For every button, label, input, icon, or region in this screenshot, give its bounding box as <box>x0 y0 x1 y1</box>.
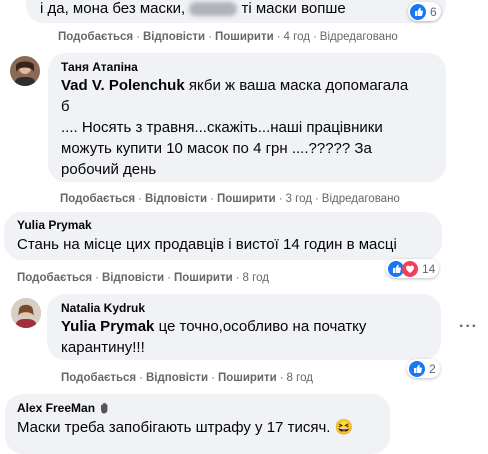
blurred-word <box>189 2 238 17</box>
edited-label[interactable]: Відредаговано <box>320 31 398 43</box>
comment-actions: Подобається · Відповісти · Поширити · 4 год · Ві… <box>58 31 398 43</box>
like-icon <box>409 360 425 377</box>
reply-link[interactable]: Відповісти <box>102 272 164 284</box>
like-link[interactable]: Подобається <box>60 193 135 205</box>
comment-actions: Подобається · Відповісти · Поширити · 8 год <box>61 372 313 384</box>
like-link[interactable]: Подобається <box>61 372 136 384</box>
reaction-count: 6 <box>430 4 437 19</box>
timestamp[interactable]: 4 год <box>284 31 310 43</box>
share-link[interactable]: Поширити <box>215 31 274 43</box>
mention-link[interactable]: Vad V. Polenchuk <box>61 77 185 94</box>
timestamp[interactable]: 3 год <box>286 193 312 205</box>
like-link[interactable]: Подобається <box>17 272 92 284</box>
reply-link[interactable]: Відповісти <box>145 193 207 205</box>
reply-link[interactable]: Відповісти <box>143 31 205 43</box>
share-link[interactable]: Поширити <box>217 193 276 205</box>
comment-text: Маски треба запобігають штрафу у 17 тися… <box>17 419 354 436</box>
laughing-emoji: 😆 <box>334 419 354 436</box>
reaction-count: 2 <box>429 361 436 376</box>
comment-text: Vad V. Polenchuk якби ж ваша маска допом… <box>61 77 409 178</box>
waving-hand-icon <box>98 401 111 417</box>
comment-author[interactable]: Alex FreeMan <box>17 401 111 417</box>
timestamp[interactable]: 8 год <box>243 272 269 284</box>
share-link[interactable]: Поширити <box>174 272 233 284</box>
more-options-icon[interactable]: ··· <box>459 318 478 336</box>
comment-text: Yulia Prymak це точно,особливо на початк… <box>61 318 367 356</box>
timestamp[interactable]: 8 год <box>287 372 313 384</box>
avatar[interactable] <box>11 298 41 328</box>
reaction-summary[interactable]: 6 <box>408 2 441 21</box>
like-link[interactable]: Подобається <box>58 31 133 43</box>
reaction-summary[interactable]: 14 <box>386 259 440 278</box>
reply-link[interactable]: Відповісти <box>146 372 208 384</box>
avatar[interactable] <box>10 56 40 86</box>
comment-text: Стань на місце цих продавців і вистої 14… <box>17 236 397 253</box>
comment-actions: Подобається · Відповісти · Поширити · 3 год · Ві… <box>60 193 400 205</box>
comment-author[interactable]: Natalia Kydruk <box>61 301 145 315</box>
love-icon <box>402 260 418 277</box>
share-link[interactable]: Поширити <box>218 372 277 384</box>
like-icon <box>410 3 426 20</box>
edited-label[interactable]: Відредаговано <box>322 193 400 205</box>
comment-actions: Подобається · Відповісти · Поширити · 8 год <box>17 272 269 284</box>
reaction-count: 14 <box>422 261 436 276</box>
comment-author[interactable]: Таня Атапіна <box>61 60 138 74</box>
reaction-summary[interactable]: 2 <box>407 359 440 378</box>
mention-link[interactable]: Yulia Prymak <box>61 318 154 335</box>
comment-text: і да, мона без маски, ті маски вопше <box>40 0 346 17</box>
comment-author[interactable]: Yulia Prymak <box>17 218 92 232</box>
